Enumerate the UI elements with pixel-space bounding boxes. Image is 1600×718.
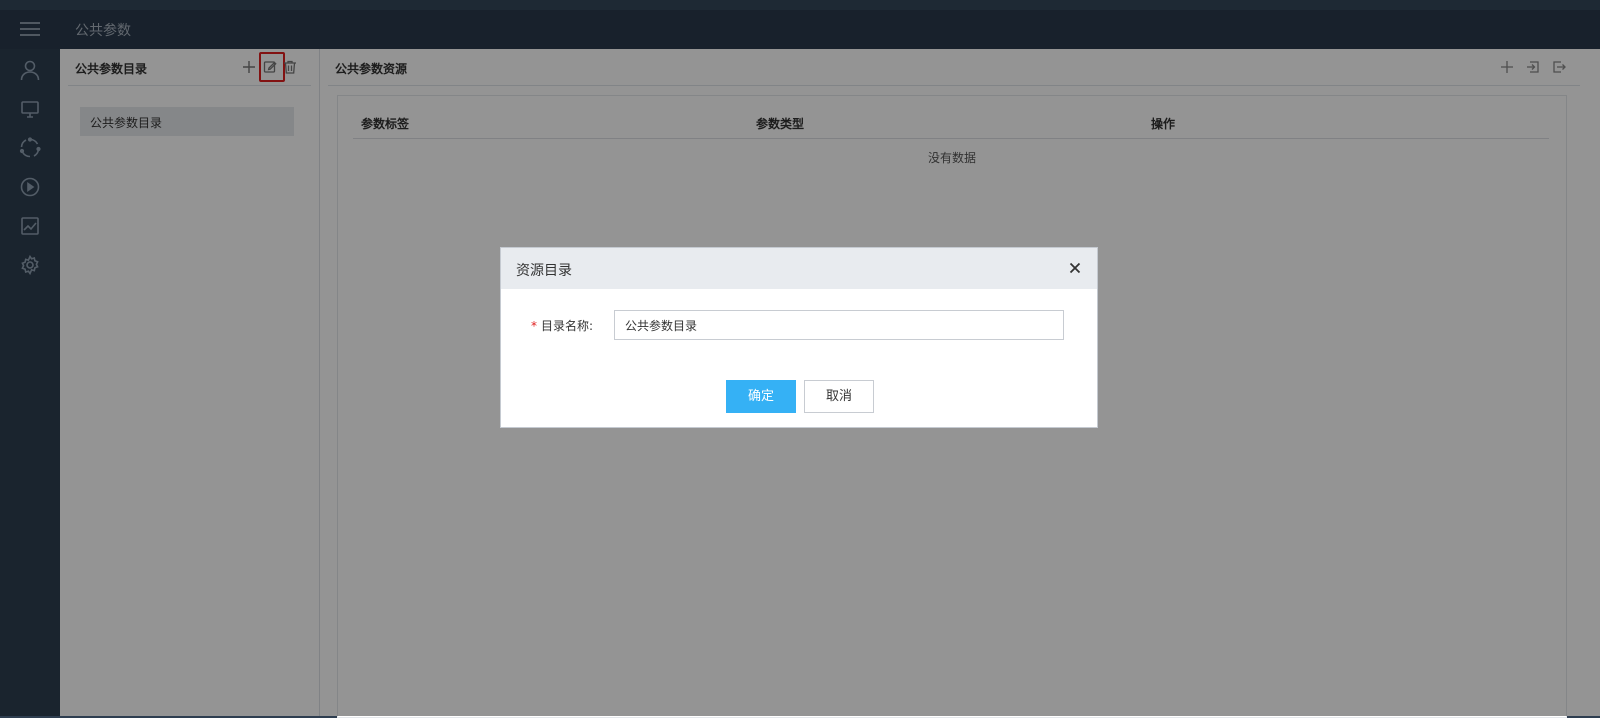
dialog-header: 资源目录	[501, 248, 1097, 289]
confirm-button[interactable]: 确定	[726, 380, 796, 413]
dialog-title: 资源目录	[516, 263, 572, 279]
catalog-name-input[interactable]	[614, 310, 1064, 340]
catalog-name-label-text: 目录名称:	[541, 319, 594, 333]
catalog-name-label: * 目录名称:	[531, 317, 593, 334]
close-icon[interactable]	[1067, 260, 1083, 276]
required-mark: *	[531, 319, 537, 333]
cancel-button[interactable]: 取消	[804, 380, 874, 413]
resource-catalog-dialog: 资源目录 * 目录名称: 确定 取消	[500, 247, 1098, 428]
